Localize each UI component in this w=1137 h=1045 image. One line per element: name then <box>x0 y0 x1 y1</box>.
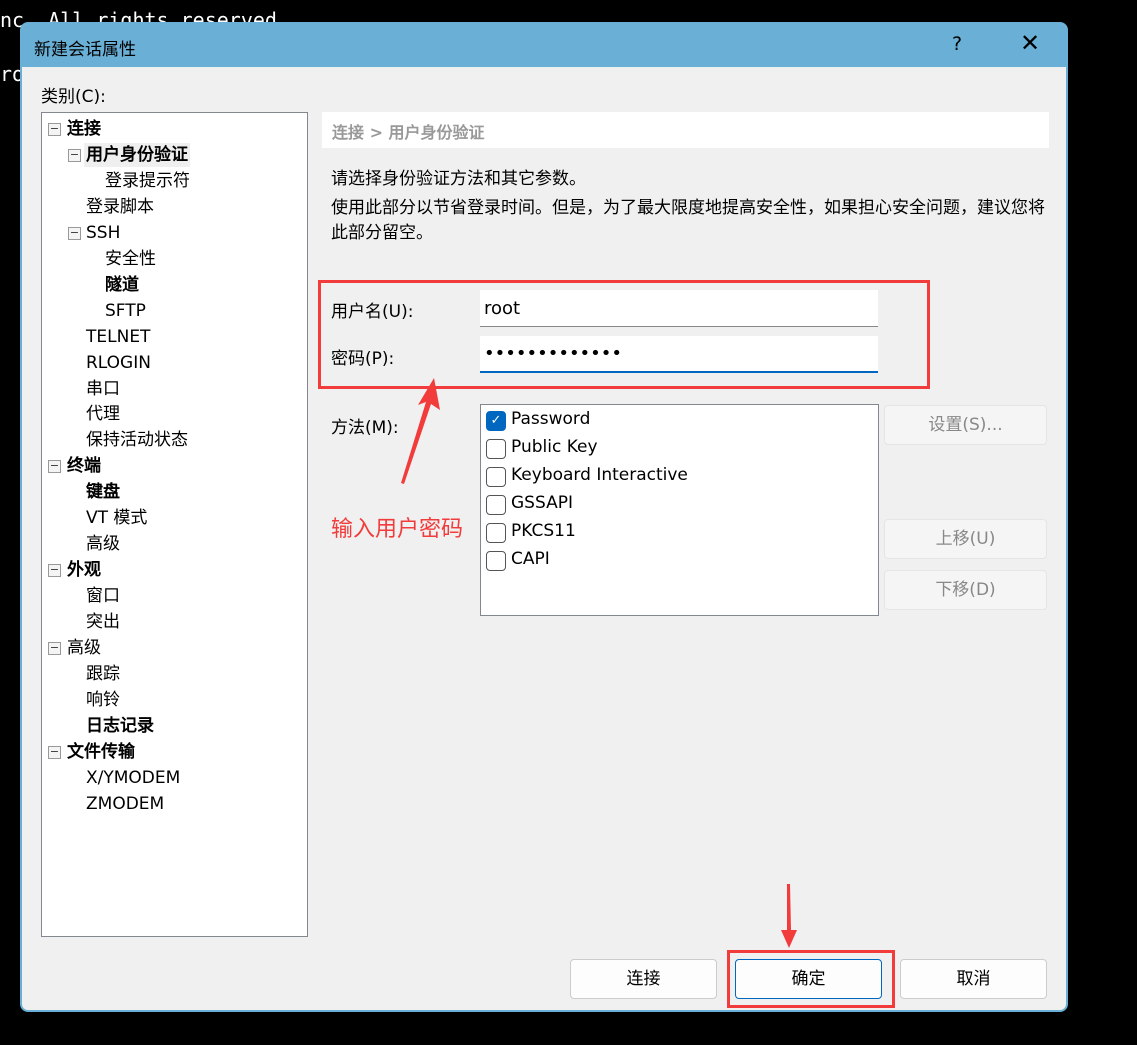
tree-item[interactable]: 窗口 <box>84 584 122 608</box>
method-label: Password <box>511 409 591 429</box>
tree-item[interactable]: VT 模式 <box>84 506 149 530</box>
collapse-icon[interactable]: − <box>48 564 61 578</box>
method-label: 方法(M): <box>331 418 399 438</box>
tree-item[interactable]: 保持活动状态 <box>84 428 190 452</box>
ok-button[interactable]: 确定 <box>735 959 882 999</box>
tree-item[interactable]: 代理 <box>84 402 122 426</box>
tree-item[interactable]: 高级 <box>65 636 103 660</box>
connect-button[interactable]: 连接 <box>570 959 717 999</box>
tree-item[interactable]: RLOGIN <box>84 351 153 375</box>
tree-item[interactable]: TELNET <box>84 325 152 349</box>
tree-item[interactable]: X/YMODEM <box>84 766 182 790</box>
session-properties-dialog: 新建会话属性 ? ✕ 类别(C): − 连接 − 用户身份验证 登录提示符 登录脚本 − SS… <box>20 22 1068 1012</box>
description: 请选择身份验证方法和其它参数。 <box>331 169 586 189</box>
move-up-button[interactable]: 上移(U) <box>884 519 1047 559</box>
tree-item[interactable]: 串口 <box>84 377 122 401</box>
tree-item[interactable]: 响铃 <box>84 688 122 712</box>
collapse-icon[interactable]: − <box>68 226 81 240</box>
tree-item[interactable]: 日志记录 <box>84 714 156 738</box>
collapse-icon[interactable]: − <box>48 745 61 759</box>
description: 使用此部分以节省登录时间。但是，为了最大限度地提高安全性，如果担心安全问题，建议… <box>331 198 1045 243</box>
settings-button[interactable]: 设置(S)... <box>884 405 1047 445</box>
tree-item[interactable]: 突出 <box>84 610 122 634</box>
password-input[interactable] <box>480 336 878 373</box>
method-label: Public Key <box>511 437 598 457</box>
category-tree[interactable]: − 连接 − 用户身份验证 登录提示符 登录脚本 − SSH 安全性 隧道 SFTP TELNET RL… <box>41 112 308 937</box>
tree-item[interactable]: 登录脚本 <box>84 195 156 219</box>
collapse-icon[interactable]: − <box>68 148 81 162</box>
method-label: PKCS11 <box>511 521 576 541</box>
tree-item[interactable]: 文件传输 <box>65 740 137 764</box>
method-checkbox[interactable] <box>486 551 506 571</box>
tree-item[interactable]: 跟踪 <box>84 662 122 686</box>
tree-item[interactable]: SSH <box>84 221 122 245</box>
annotation-text: 输入用户密码 <box>331 517 464 542</box>
move-down-button[interactable]: 下移(D) <box>884 570 1047 610</box>
category-label: 类别(C): <box>41 87 106 107</box>
annotation-arrow <box>781 884 797 948</box>
collapse-icon[interactable]: − <box>48 123 61 136</box>
help-button[interactable]: ? <box>952 33 962 55</box>
username-input[interactable] <box>480 290 878 327</box>
method-checkbox[interactable] <box>486 495 506 515</box>
tree-item[interactable]: 高级 <box>84 532 122 556</box>
method-checkbox[interactable] <box>486 523 506 543</box>
breadcrumb: 连接 > 用户身份验证 <box>322 112 1049 148</box>
tree-item[interactable]: ZMODEM <box>84 792 166 816</box>
tree-item[interactable]: 外观 <box>65 558 103 582</box>
tree-item[interactable]: 键盘 <box>84 480 122 504</box>
tree-item[interactable]: 安全性 <box>103 247 158 271</box>
method-checkbox[interactable]: ✓ <box>486 411 506 431</box>
method-checkbox[interactable] <box>486 439 506 459</box>
annotation-arrow <box>401 378 440 484</box>
tree-item[interactable]: 隧道 <box>103 273 141 297</box>
collapse-icon[interactable]: − <box>48 460 61 474</box>
method-label: Keyboard Interactive <box>511 465 688 485</box>
tree-item[interactable]: SFTP <box>103 299 148 323</box>
title-bar: 新建会话属性 ? ✕ <box>22 24 1066 67</box>
collapse-icon[interactable]: − <box>48 642 61 655</box>
close-button[interactable]: ✕ <box>1020 29 1040 57</box>
tree-item[interactable]: 连接 <box>65 117 103 141</box>
cancel-button[interactable]: 取消 <box>900 959 1047 999</box>
username-label: 用户名(U): <box>331 302 414 322</box>
password-label: 密码(P): <box>331 349 395 369</box>
tree-item[interactable]: 用户身份验证 <box>84 142 190 167</box>
method-checkbox[interactable] <box>486 467 506 487</box>
tree-item[interactable]: 登录提示符 <box>103 169 192 193</box>
window-title: 新建会话属性 <box>34 40 136 60</box>
method-label: CAPI <box>511 549 550 569</box>
method-list[interactable]: ✓ Password Public Key Keyboard Interactive G… <box>480 404 879 616</box>
tree-item[interactable]: 终端 <box>65 454 103 478</box>
method-label: GSSAPI <box>511 493 573 513</box>
